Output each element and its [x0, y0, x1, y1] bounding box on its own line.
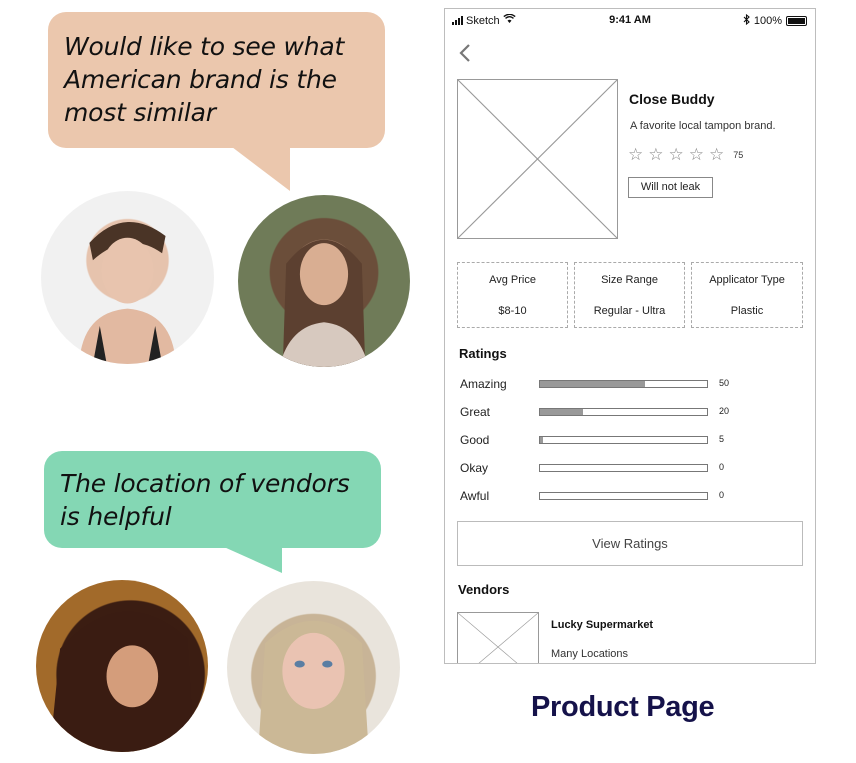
stat-card-size-range: Size Range Regular - Ultra	[574, 262, 685, 328]
rating-row-amazing: Amazing 50	[445, 377, 815, 393]
vendors-heading: Vendors	[458, 582, 510, 597]
stat-label: Applicator Type	[709, 274, 785, 286]
rating-bar	[539, 380, 708, 388]
quote-text-2: The location of vendors is helpful	[60, 467, 350, 533]
stat-label: Size Range	[601, 274, 658, 286]
feature-badge[interactable]: Will not leak	[628, 177, 713, 198]
avatar-user-1	[41, 191, 214, 364]
product-name: Close Buddy	[629, 91, 715, 107]
rating-row-okay: Okay 0	[445, 461, 815, 477]
quote-bubble-1: Would like to see what American brand is…	[48, 12, 385, 191]
avatar-user-4	[227, 581, 400, 754]
status-bar: Sketch 9:41 AM 100%	[445, 9, 815, 31]
view-ratings-button[interactable]: View Ratings	[457, 521, 803, 566]
chevron-left-icon	[459, 44, 470, 62]
rating-row-good: Good 5	[445, 433, 815, 449]
avatar-user-2	[238, 195, 410, 367]
rating-count: 5	[719, 434, 725, 444]
rating-bar	[539, 436, 708, 444]
rating-count: 20	[719, 406, 730, 416]
quote-bubble-2: The location of vendors is helpful	[44, 451, 381, 573]
stat-value: Regular - Ultra	[593, 305, 666, 317]
rating-label: Amazing	[460, 377, 507, 391]
quote-1-line-1: Would like to see what	[64, 32, 345, 61]
star-icon: ☆	[648, 145, 664, 164]
stat-card-applicator-type: Applicator Type Plastic	[691, 262, 803, 328]
rating-label: Okay	[460, 461, 489, 475]
vendor-location: Many Locations	[551, 648, 629, 660]
ratings-heading: Ratings	[459, 346, 507, 361]
rating-bar	[539, 492, 708, 500]
rating-label: Great	[460, 405, 491, 419]
status-right: 100%	[743, 13, 807, 28]
rating-count: 0	[719, 490, 725, 500]
stat-value: Plastic	[730, 305, 764, 317]
rating-bar	[539, 464, 708, 472]
rating-bar-fill	[540, 437, 544, 443]
rating-count: 0	[719, 462, 725, 472]
star-icon: ☆	[688, 145, 704, 164]
star-icon: ☆	[668, 145, 684, 164]
quote-text-1: Would like to see what American brand is…	[64, 30, 344, 129]
rating-row-awful: Awful 0	[445, 489, 815, 505]
quote-2-line-1: The location of vendors	[60, 469, 350, 498]
vendor-name[interactable]: Lucky Supermarket	[551, 619, 653, 631]
quote-2-line-2: is helpful	[60, 502, 172, 531]
star-icon: ☆	[709, 145, 725, 164]
stat-label: Avg Price	[489, 274, 536, 286]
bluetooth-icon	[743, 13, 750, 28]
rating-bar-fill	[540, 381, 646, 387]
review-count: 75	[733, 150, 744, 160]
product-image-placeholder	[457, 79, 618, 239]
avatar-user-3	[36, 580, 208, 752]
quote-bubble-1-tail	[232, 147, 290, 191]
page-caption: Product Page	[531, 691, 715, 723]
rating-label: Good	[460, 433, 490, 447]
battery-percent: 100%	[753, 15, 782, 27]
battery-icon	[786, 16, 807, 26]
stat-value: $8-10	[498, 305, 527, 317]
rating-count: 50	[719, 378, 730, 388]
rating-row-great: Great 20	[445, 405, 815, 421]
quote-1-line-2: American brand is the	[64, 65, 337, 94]
stat-card-avg-price: Avg Price $8-10	[457, 262, 568, 328]
rating-label: Awful	[460, 489, 490, 503]
product-page-mockup: Sketch 9:41 AM 100% Close Buddy A favori…	[444, 8, 816, 664]
vendor-image-placeholder	[457, 612, 539, 663]
star-icon: ☆	[628, 145, 644, 164]
rating-bar-fill	[540, 409, 584, 415]
quote-bubble-2-tail	[224, 547, 282, 573]
product-description: A favorite local tampon brand.	[630, 120, 776, 132]
back-button[interactable]	[458, 42, 474, 64]
quote-1-line-3: most similar	[64, 98, 216, 127]
star-rating: ☆ ☆ ☆ ☆ ☆ 75	[628, 145, 743, 165]
rating-bar	[539, 408, 708, 416]
